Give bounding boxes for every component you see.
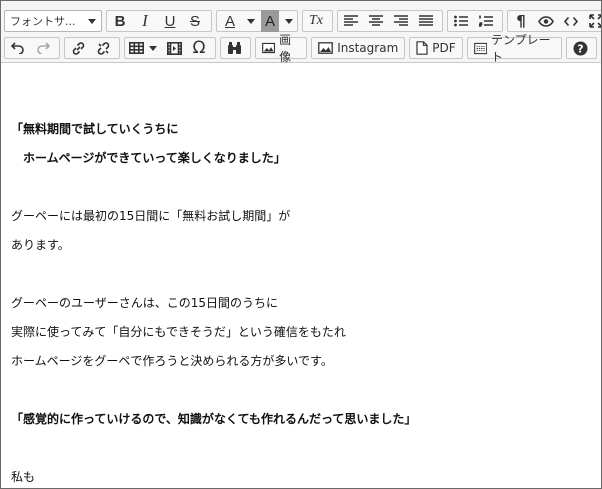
numbered-list-icon xyxy=(479,15,493,27)
colors-group: A A xyxy=(216,10,298,32)
instagram-group: Instagram xyxy=(311,37,406,59)
basic-styles-group: B I U S xyxy=(106,10,212,32)
help-icon: ? xyxy=(573,41,587,55)
binoculars-icon xyxy=(227,42,241,54)
table-button[interactable] xyxy=(127,37,145,59)
clear-format-glyph: Tx xyxy=(309,13,323,28)
bulleted-list-icon xyxy=(454,15,468,27)
image-icon xyxy=(318,42,334,54)
clear-format-button[interactable]: Tx xyxy=(305,10,327,32)
paragraph-quote-line: 「感覚的に作っていけるので、知識がなくても作れるんだって思いました」 xyxy=(11,412,417,426)
align-justify-button[interactable] xyxy=(415,10,437,32)
align-right-button[interactable] xyxy=(390,10,412,32)
source-code-button[interactable] xyxy=(560,10,582,32)
eye-icon xyxy=(538,15,554,27)
table-icon xyxy=(128,42,144,54)
bold-button[interactable]: B xyxy=(109,10,131,32)
special-char-button[interactable]: Ω xyxy=(188,37,210,59)
instagram-button[interactable]: Instagram xyxy=(314,37,402,59)
pdf-button-label: PDF xyxy=(432,41,456,55)
undo-button[interactable] xyxy=(7,37,29,59)
chevron-down-icon[interactable] xyxy=(149,45,157,51)
chevron-down-icon xyxy=(88,18,96,24)
underline-button[interactable]: U xyxy=(159,10,181,32)
font-family-select[interactable]: フォントサ... xyxy=(4,10,102,32)
image-button-label: 画像 xyxy=(279,33,292,64)
chevron-down-icon[interactable] xyxy=(285,18,293,24)
svg-text:?: ? xyxy=(577,42,583,55)
rich-text-editor: フォントサ... B I U S A A Tx ¶ Ω 画像 Instagram… xyxy=(0,0,602,489)
show-blocks-button[interactable]: ¶ xyxy=(510,10,532,32)
media-embed-button[interactable] xyxy=(163,37,185,59)
align-right-icon xyxy=(394,15,408,26)
tools-group: ¶ xyxy=(507,10,601,32)
font-family-value: フォントサ... xyxy=(10,15,76,28)
toolbar-row-1: フォントサ... B I U S A A Tx ¶ xyxy=(4,9,601,33)
code-icon xyxy=(564,16,578,26)
paragraph-line: 実際に使ってみて「自分にもできそうだ」という確信をもたれ xyxy=(11,325,346,339)
toolbar-row-2: Ω 画像 Instagram PDF テンプレート ? xyxy=(4,33,601,64)
undo-icon xyxy=(11,42,24,54)
chevron-down-icon[interactable] xyxy=(247,18,255,24)
maximize-icon xyxy=(589,14,601,28)
strikethrough-button[interactable]: S xyxy=(184,10,206,32)
film-icon xyxy=(166,41,182,55)
image-group: 画像 xyxy=(255,33,308,64)
template-button-label: テンプレート xyxy=(491,33,551,64)
alignment-group xyxy=(337,10,443,32)
paragraph-line: グーペーには最初の15日間に「無料お試し期間」が xyxy=(11,209,291,223)
image-icon xyxy=(262,42,276,54)
insert-group: Ω xyxy=(124,37,216,59)
link-group xyxy=(64,37,120,59)
document-icon xyxy=(416,41,428,55)
paragraph-line: あります。 xyxy=(11,238,70,252)
preview-button[interactable] xyxy=(535,10,557,32)
paragraph-quote-line-2: ホームページができていって楽しくなりました」 xyxy=(11,151,286,165)
template-button[interactable]: テンプレート xyxy=(470,33,559,64)
unlink-button[interactable] xyxy=(92,37,114,59)
text-color-glyph: A xyxy=(224,12,235,30)
pdf-button[interactable]: PDF xyxy=(412,37,459,59)
list-group xyxy=(447,10,503,32)
image-button[interactable]: 画像 xyxy=(258,33,304,64)
redo-button[interactable] xyxy=(32,37,54,59)
help-group: ? xyxy=(566,37,597,59)
help-button[interactable]: ? xyxy=(569,37,591,59)
clear-format-group: Tx xyxy=(302,10,333,32)
paragraph-line: ホームページをグーペで作ろうと決められる方が多いです。 xyxy=(11,354,333,368)
link-button[interactable] xyxy=(67,37,89,59)
redo-icon xyxy=(37,42,50,54)
pdf-group: PDF xyxy=(409,37,463,59)
template-group: テンプレート xyxy=(466,33,562,64)
find-button[interactable] xyxy=(223,37,245,59)
editor-content-area[interactable]: 「無料期間で試していくうちに ホームページができていって楽しくなりました」 グー… xyxy=(1,63,601,488)
history-group xyxy=(4,37,60,59)
align-left-icon xyxy=(344,15,358,26)
link-icon xyxy=(72,41,84,55)
align-center-icon xyxy=(369,15,383,26)
align-justify-icon xyxy=(419,15,433,26)
template-icon xyxy=(473,42,487,54)
bulleted-list-button[interactable] xyxy=(450,10,472,32)
align-left-button[interactable] xyxy=(340,10,362,32)
editor-toolbar: フォントサ... B I U S A A Tx ¶ Ω 画像 Instagram… xyxy=(1,1,601,64)
bg-color-glyph: A xyxy=(264,12,275,30)
maximize-button[interactable] xyxy=(585,10,601,32)
paragraph-line: グーペーのユーザーさんは、この15日間のうちに xyxy=(11,296,279,310)
paragraph-quote-line-1: 「無料期間で試していくうちに xyxy=(11,122,179,136)
italic-button[interactable]: I xyxy=(134,10,156,32)
paragraph-line: 私も xyxy=(11,470,36,484)
instagram-button-label: Instagram xyxy=(337,41,399,55)
find-group xyxy=(220,37,251,59)
background-color-button[interactable]: A xyxy=(261,10,279,32)
align-center-button[interactable] xyxy=(365,10,387,32)
numbered-list-button[interactable] xyxy=(475,10,497,32)
unlink-icon xyxy=(97,41,109,55)
text-color-button[interactable]: A xyxy=(219,10,241,32)
